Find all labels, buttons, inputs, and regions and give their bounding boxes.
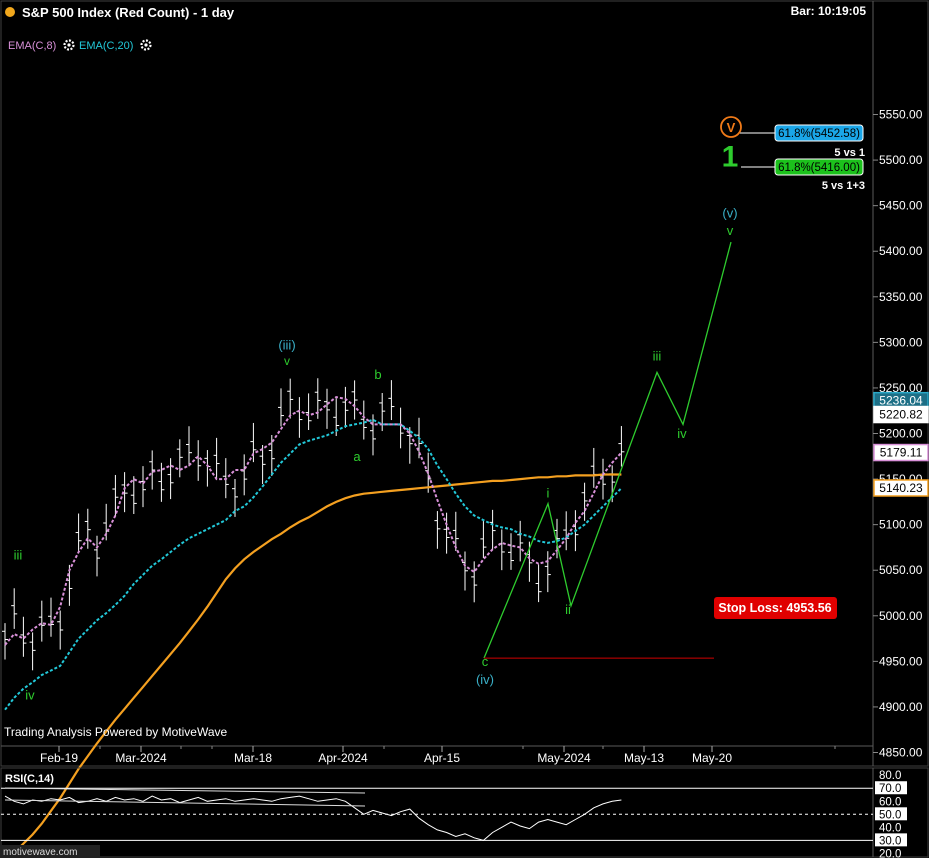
rsi-tick-label: 40.0 xyxy=(879,822,901,834)
date-tick-label: Mar-2024 xyxy=(115,751,167,765)
rsi-tick-label: 30.0 xyxy=(879,835,901,847)
price-axis: 4850.00 4900.00 4950.00 5000.00 5050.00 5100.… xyxy=(873,108,923,760)
price-tick-label: 5500.00 xyxy=(879,153,923,167)
rsi-tick-label: 20.0 xyxy=(879,848,901,858)
ema20-legend-label[interactable]: EMA(C,20) xyxy=(79,40,133,52)
price-tick-label: 5550.00 xyxy=(879,108,923,122)
wave-label: 1 xyxy=(722,141,739,174)
rsi-tick-label: 60.0 xyxy=(879,796,901,808)
price-tick-label: 5450.00 xyxy=(879,199,923,213)
wave-label: ii xyxy=(565,602,571,617)
chart-title: S&P 500 Index (Red Count) - 1 day xyxy=(22,5,235,20)
chart-canvas: S&P 500 Index (Red Count) - 1 day Bar: 1… xyxy=(0,0,929,858)
price-tick-label: 4850.00 xyxy=(879,746,923,760)
svg-text:5179.11: 5179.11 xyxy=(880,446,923,460)
price-tick-label: 4900.00 xyxy=(879,700,923,714)
price-tag: 5140.23 xyxy=(873,479,929,497)
bar-time: Bar: 10:19:05 xyxy=(791,4,867,18)
date-tick-label: Mar-18 xyxy=(234,751,272,765)
svg-text:5236.04: 5236.04 xyxy=(879,394,923,408)
date-tick-label: May-13 xyxy=(624,751,664,765)
fib-target-2-label: 61.8%(5416.00) xyxy=(778,162,860,174)
wave-label: iii xyxy=(14,547,23,562)
svg-text:5220.82: 5220.82 xyxy=(879,408,923,422)
wave-label: b xyxy=(374,367,381,382)
wave-label: i xyxy=(547,485,550,500)
wave-label: iv xyxy=(677,426,687,441)
price-tag: 5179.11 xyxy=(873,443,929,462)
date-tick-label: May-20 xyxy=(692,751,732,765)
wave-v-circle-label: V xyxy=(727,120,736,135)
price-tick-label: 5400.00 xyxy=(879,244,923,258)
rsi-tick-label: 50.0 xyxy=(879,809,901,821)
price-tick-label: 5200.00 xyxy=(879,427,923,441)
wave-marker: v xyxy=(284,354,290,368)
wave-label: v xyxy=(727,223,734,238)
wave-label: (iv) xyxy=(476,672,494,687)
fib-target-1-label: 61.8%(5452.58) xyxy=(778,128,860,140)
fib-target-2-note: 5 vs 1+3 xyxy=(822,180,865,192)
rsi-axis: 20.030.040.050.060.070.080.0 xyxy=(875,770,907,858)
wave-label: iii xyxy=(653,349,662,364)
date-tick-label: Apr-15 xyxy=(424,751,460,765)
price-tick-label: 5300.00 xyxy=(879,335,923,349)
date-tick-label: Apr-2024 xyxy=(318,751,368,765)
price-tick-label: 5000.00 xyxy=(879,609,923,623)
wave-label: (v) xyxy=(722,206,737,221)
wave-label: (iii) xyxy=(278,338,295,353)
price-tick-label: 4950.00 xyxy=(879,654,923,668)
stop-loss-tag: Stop Loss: 4953.56 xyxy=(714,597,837,619)
stop-loss-label: Stop Loss: 4953.56 xyxy=(718,601,831,615)
price-tick-label: 5100.00 xyxy=(879,518,923,532)
date-tick-label: May-2024 xyxy=(537,751,591,765)
wave-label: iv xyxy=(25,688,35,703)
rsi-title: RSI(C,14) xyxy=(5,773,54,785)
wave-label: c xyxy=(482,654,489,669)
fib-target-1-note: 5 vs 1 xyxy=(834,147,865,159)
rsi-tick-label: 80.0 xyxy=(879,770,901,782)
ema8-legend-label[interactable]: EMA(C,8) xyxy=(8,40,56,52)
site-badge-label: motivewave.com xyxy=(3,847,77,858)
price-tick-label: 5050.00 xyxy=(879,563,923,577)
watermark: Trading Analysis Powered by MotiveWave xyxy=(4,725,228,739)
wave-label: a xyxy=(353,449,361,464)
price-tags: 5236.045220.82 5179.11 5140.23 xyxy=(873,391,929,497)
svg-text:5140.23: 5140.23 xyxy=(879,481,923,495)
rsi-tick-label: 70.0 xyxy=(879,783,901,795)
date-tick-label: Feb-19 xyxy=(40,751,78,765)
price-tag: 5220.82 xyxy=(873,405,929,424)
symbol-status-icon xyxy=(5,7,15,17)
price-tick-label: 5350.00 xyxy=(879,290,923,304)
